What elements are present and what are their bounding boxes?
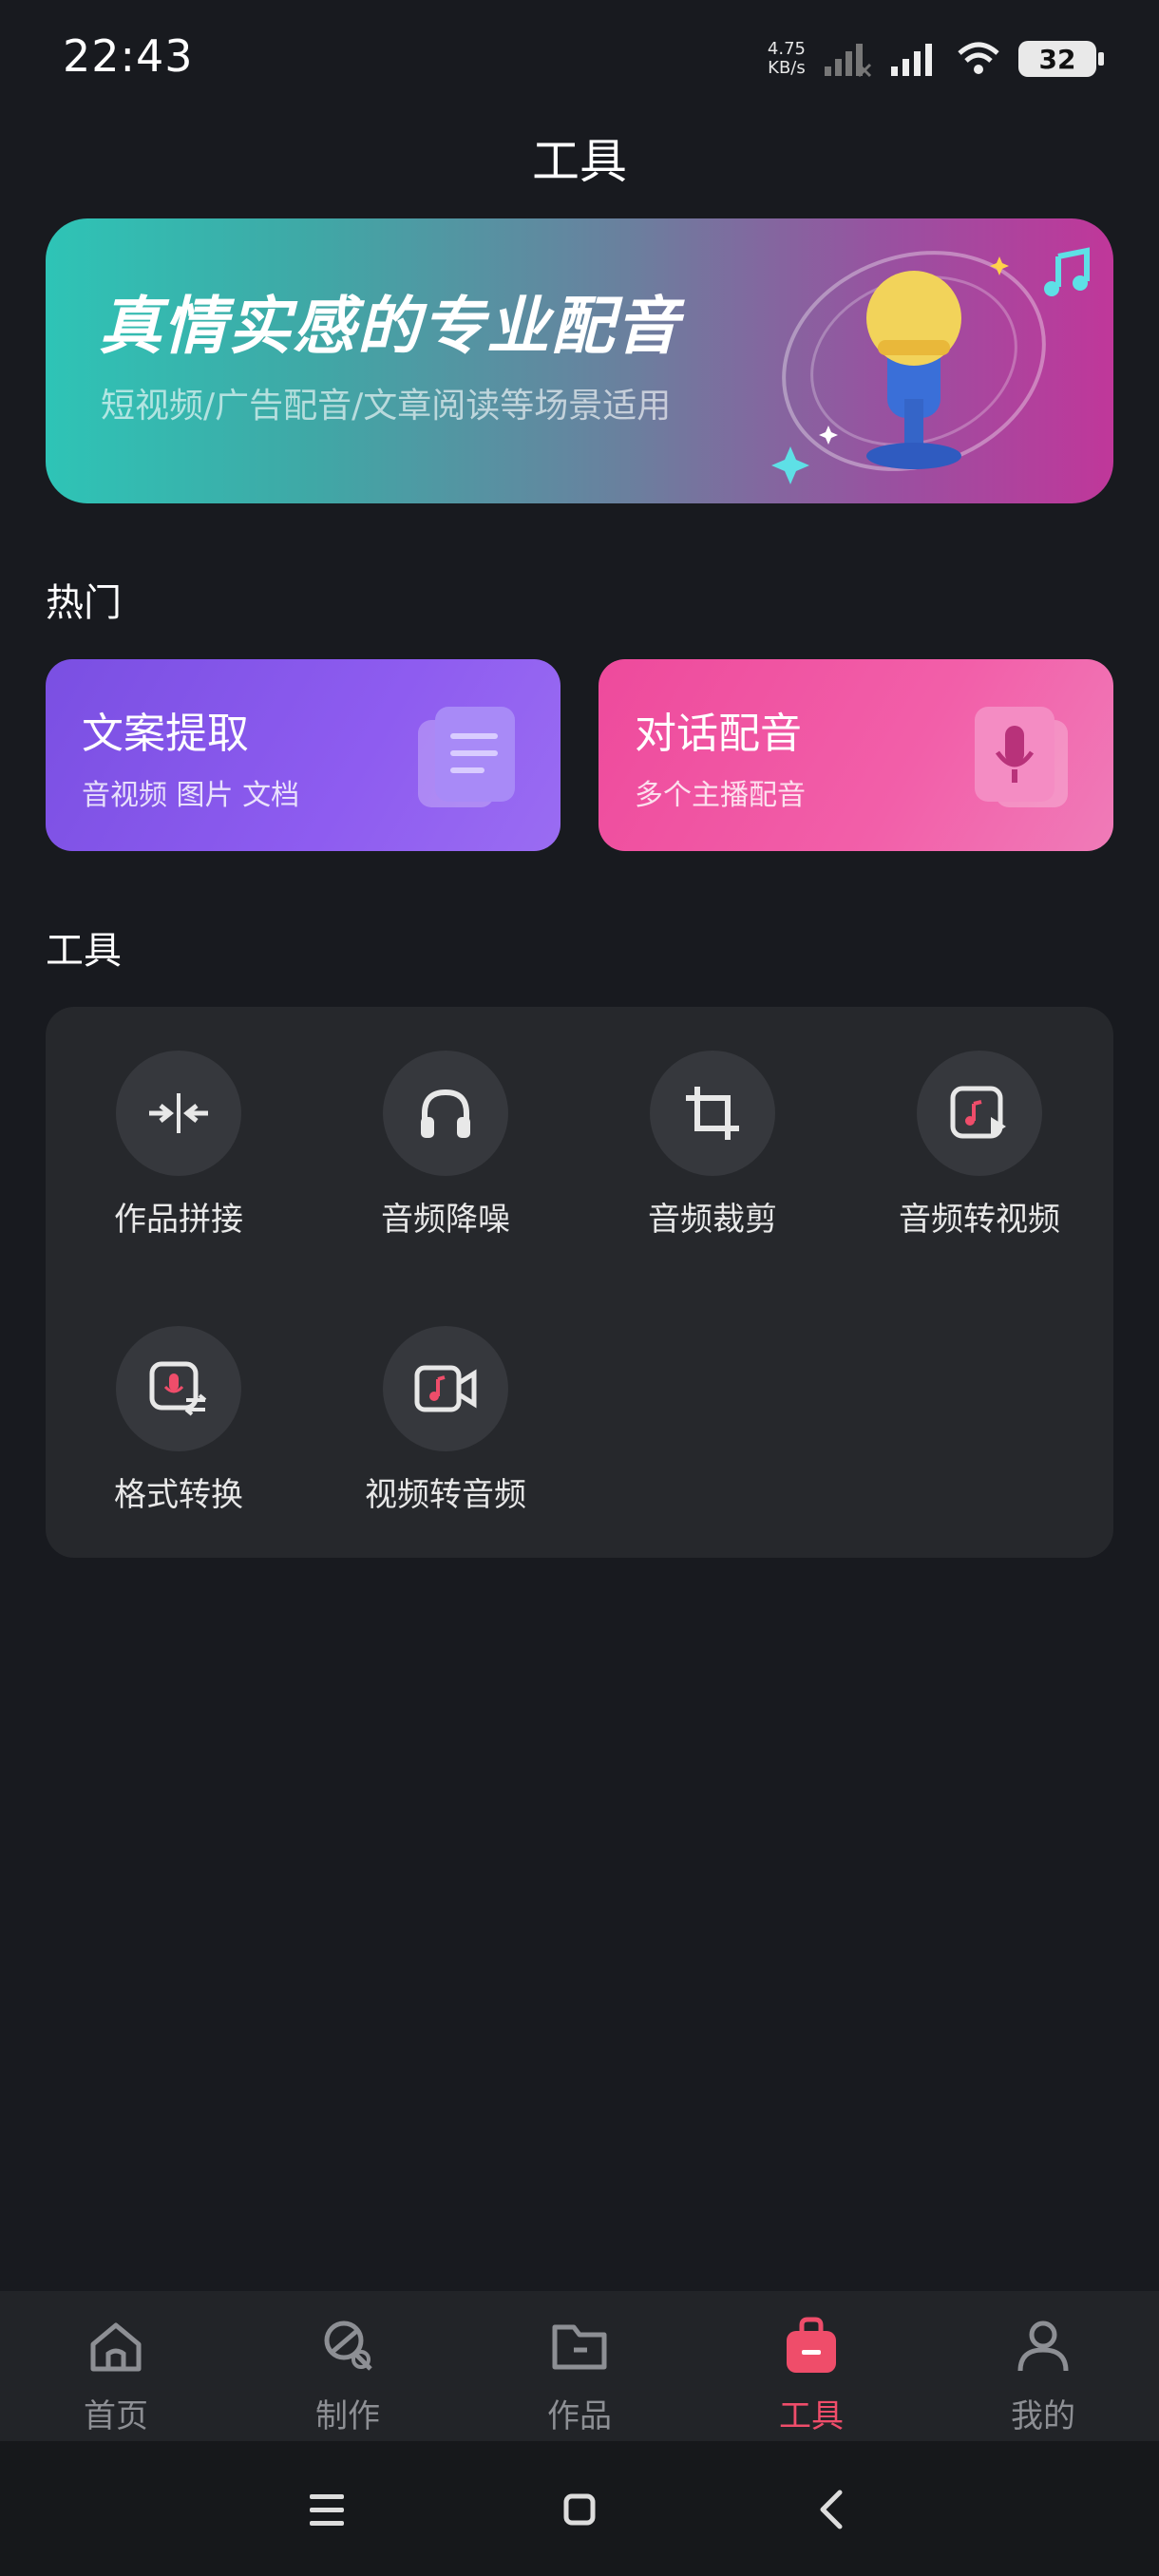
battery-indicator: 32 bbox=[1018, 41, 1104, 77]
text-extract-card[interactable]: 文案提取 音视频 图片 文档 bbox=[46, 659, 560, 851]
nav-item-home[interactable]: 首页 bbox=[0, 2316, 232, 2436]
banner-title: 真情实感的专业配音 bbox=[99, 290, 680, 363]
nav-item-works[interactable]: 作品 bbox=[464, 2316, 695, 2436]
tool-merge-works[interactable]: 作品拼接 bbox=[46, 1051, 312, 1240]
video-to-audio-icon bbox=[414, 1365, 477, 1412]
tool-audio-denoise[interactable]: 音频降噪 bbox=[313, 1051, 579, 1240]
toolbox-icon bbox=[787, 2317, 836, 2373]
home-icon bbox=[90, 2322, 142, 2372]
format-convert-icon bbox=[149, 1361, 207, 1416]
tool-format-convert[interactable]: 格式转换 bbox=[46, 1326, 312, 1515]
home-square-icon[interactable] bbox=[551, 2481, 608, 2538]
signal-off-icon bbox=[825, 44, 872, 78]
status-bar: 22:43 4.75 KB/s 32 bbox=[0, 0, 1159, 114]
banner-subtitle: 短视频/广告配音/文章阅读等场景适用 bbox=[101, 387, 672, 426]
microphone-illustration-icon bbox=[771, 247, 1090, 484]
nav-item-create[interactable]: 制作 bbox=[232, 2316, 464, 2436]
back-icon[interactable] bbox=[804, 2481, 861, 2538]
hot-card-title: 文案提取 bbox=[82, 710, 249, 758]
tool-audio-trim[interactable]: 音频裁剪 bbox=[580, 1051, 846, 1240]
bottom-navigation: 首页 制作 作品 工具 我的 bbox=[0, 2291, 1159, 2441]
profile-icon bbox=[1017, 2320, 1069, 2372]
status-time: 22:43 bbox=[63, 30, 194, 82]
nav-label: 首页 bbox=[84, 2397, 148, 2435]
tool-label: 作品拼接 bbox=[114, 1201, 243, 1239]
status-icons: 4.75 KB/s 32 bbox=[767, 34, 1104, 84]
create-icon bbox=[324, 2320, 372, 2371]
microphone-icon bbox=[975, 707, 1068, 807]
nav-label: 我的 bbox=[1011, 2397, 1075, 2435]
merge-icon bbox=[149, 1093, 208, 1133]
menu-icon[interactable] bbox=[298, 2481, 355, 2538]
document-icon bbox=[418, 707, 515, 807]
page-title: 工具 bbox=[532, 134, 627, 189]
wifi-icon bbox=[958, 42, 999, 74]
nav-label: 制作 bbox=[315, 2397, 380, 2435]
hot-section-label: 热门 bbox=[46, 581, 122, 625]
tools-section-label: 工具 bbox=[46, 929, 122, 973]
headphones-icon bbox=[421, 1089, 470, 1138]
folder-icon bbox=[552, 2324, 607, 2370]
tool-label: 音频降噪 bbox=[381, 1201, 510, 1239]
hot-card-subtitle: 音视频 图片 文档 bbox=[82, 779, 300, 812]
nav-label: 工具 bbox=[779, 2397, 844, 2435]
tool-audio-to-video[interactable]: 音频转视频 bbox=[846, 1051, 1112, 1240]
hot-card-title: 对话配音 bbox=[635, 710, 802, 758]
hot-card-subtitle: 多个主播配音 bbox=[635, 779, 806, 812]
tool-label: 视频转音频 bbox=[365, 1476, 526, 1514]
nav-label: 作品 bbox=[547, 2397, 612, 2435]
audio-to-video-icon bbox=[950, 1086, 1006, 1139]
tool-video-to-audio[interactable]: 视频转音频 bbox=[313, 1326, 579, 1515]
tool-label: 音频裁剪 bbox=[648, 1201, 777, 1239]
dialogue-dubbing-card[interactable]: 对话配音 多个主播配音 bbox=[598, 659, 1113, 851]
tool-label: 格式转换 bbox=[114, 1476, 243, 1514]
tools-panel: 作品拼接 音频降噪 音频裁剪 音频转视频 格式转换 视频转音频 bbox=[46, 1007, 1113, 1558]
crop-icon bbox=[686, 1087, 739, 1140]
network-speed: 4.75 KB/s bbox=[767, 39, 806, 78]
tool-label: 音频转视频 bbox=[899, 1201, 1060, 1239]
nav-item-profile[interactable]: 我的 bbox=[927, 2316, 1159, 2436]
promo-banner[interactable]: 真情实感的专业配音 短视频/广告配音/文章阅读等场景适用 bbox=[46, 218, 1113, 503]
system-navigation-bar bbox=[0, 2441, 1159, 2576]
nav-item-tools[interactable]: 工具 bbox=[695, 2316, 927, 2436]
signal-icon bbox=[891, 44, 932, 76]
